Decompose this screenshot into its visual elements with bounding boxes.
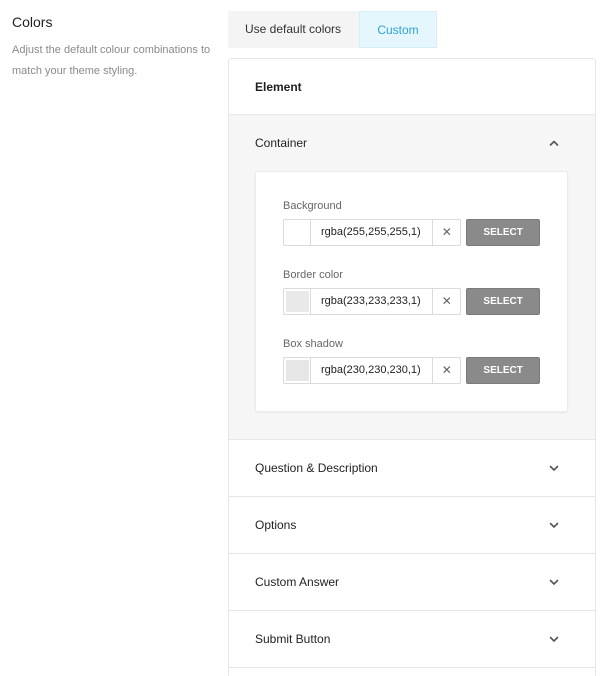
select-color-button[interactable]: SELECT (466, 219, 540, 246)
custom-answer-section: Custom Answer (229, 554, 595, 611)
element-header: Element (229, 59, 595, 115)
section-header-label: Submit Button (255, 632, 331, 646)
color-input-group: rgba(230,230,230,1) ✕ (283, 357, 462, 384)
close-icon[interactable]: ✕ (433, 220, 460, 245)
color-row: rgba(233,233,233,1) ✕ SELECT (283, 288, 540, 315)
color-swatch-fill (286, 222, 309, 243)
container-section-header[interactable]: Container (229, 115, 595, 171)
close-icon[interactable]: ✕ (433, 289, 460, 314)
box-shadow-color-field: Box shadow rgba(230,230,230,1) ✕ SELECT (283, 338, 540, 384)
color-settings-panel: Element Container Background rgba(255,25… (228, 58, 596, 676)
chevron-down-icon (549, 634, 559, 644)
color-swatch[interactable] (284, 220, 311, 245)
chevron-down-icon (549, 463, 559, 473)
field-label: Border color (283, 269, 343, 281)
submit-button-section-header[interactable]: Submit Button (229, 611, 595, 667)
close-icon[interactable]: ✕ (433, 358, 460, 383)
color-row: rgba(230,230,230,1) ✕ SELECT (283, 357, 540, 384)
question-description-section-header[interactable]: Question & Description (229, 440, 595, 496)
select-color-button[interactable]: SELECT (466, 357, 540, 384)
colors-intro: Colors Adjust the default colour combina… (12, 13, 212, 82)
background-color-field: Background rgba(255,255,255,1) ✕ SELECT (283, 200, 540, 246)
color-swatch-fill (286, 360, 309, 381)
color-swatch[interactable] (284, 289, 311, 314)
color-value-input[interactable]: rgba(255,255,255,1) (311, 220, 434, 245)
select-color-button[interactable]: SELECT (466, 288, 540, 315)
section-header-label: Options (255, 518, 297, 532)
question-description-section: Question & Description (229, 440, 595, 497)
options-section: Options (229, 497, 595, 554)
use-default-colors-tab[interactable]: Use default colors (228, 11, 359, 48)
color-mode-tabs: Use default colors Custom (228, 11, 437, 48)
section-header-label: Container (255, 136, 308, 150)
border-color-field: Border color rgba(233,233,233,1) ✕ SELEC… (283, 269, 540, 315)
container-section-body: Background rgba(255,255,255,1) ✕ SELECT … (229, 171, 595, 439)
section-description: Adjust the default colour combinations t… (12, 44, 211, 77)
color-swatch[interactable] (284, 358, 311, 383)
section-title: Colors (12, 14, 53, 30)
custom-colors-tab[interactable]: Custom (359, 11, 437, 48)
chevron-down-icon (549, 577, 559, 587)
color-input-group: rgba(233,233,233,1) ✕ (283, 288, 462, 315)
color-value-input[interactable]: rgba(230,230,230,1) (311, 358, 434, 383)
chevron-up-icon (549, 138, 559, 148)
submit-button-section: Submit Button (229, 611, 595, 668)
section-header-label: Question & Description (255, 461, 378, 475)
color-input-group: rgba(255,255,255,1) ✕ (283, 219, 462, 246)
field-label: Box shadow (283, 338, 343, 350)
color-value-input[interactable]: rgba(233,233,233,1) (311, 289, 434, 314)
section-header-label: Custom Answer (255, 575, 340, 589)
chevron-down-icon (549, 520, 559, 530)
container-section: Container Background rgba(255,255,255,1)… (229, 115, 595, 440)
color-row: rgba(255,255,255,1) ✕ SELECT (283, 219, 540, 246)
options-section-header[interactable]: Options (229, 497, 595, 553)
container-color-card: Background rgba(255,255,255,1) ✕ SELECT … (255, 171, 568, 412)
field-label: Background (283, 200, 342, 212)
color-swatch-fill (286, 291, 309, 312)
custom-answer-section-header[interactable]: Custom Answer (229, 554, 595, 610)
